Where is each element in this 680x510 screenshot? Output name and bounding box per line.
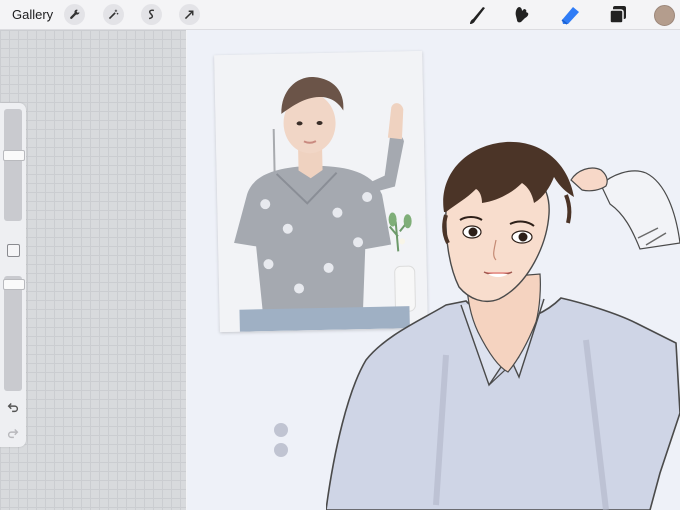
canvas-color-dots <box>274 423 288 463</box>
selection-icon[interactable] <box>141 4 162 25</box>
top-toolbar: Gallery <box>0 0 680 30</box>
magic-wand-icon[interactable] <box>103 4 124 25</box>
redo-icon[interactable] <box>6 426 20 440</box>
undo-icon[interactable] <box>6 400 20 414</box>
smudge-icon[interactable] <box>511 3 535 27</box>
modify-button[interactable] <box>7 244 20 257</box>
sketch-drawing <box>326 141 680 510</box>
opacity-thumb[interactable] <box>3 279 25 290</box>
workspace-background <box>0 30 186 510</box>
transform-arrow-icon[interactable] <box>179 4 200 25</box>
wrench-icon[interactable] <box>64 4 85 25</box>
brush-size-thumb[interactable] <box>3 150 25 161</box>
brush-icon[interactable] <box>466 3 490 27</box>
opacity-slider[interactable] <box>3 276 25 391</box>
brush-size-slider[interactable] <box>3 109 25 221</box>
gallery-button[interactable]: Gallery <box>12 7 53 22</box>
layers-icon[interactable] <box>606 3 630 27</box>
eraser-icon[interactable] <box>558 3 582 27</box>
color-swatch-button[interactable] <box>654 5 675 26</box>
brush-sidebar <box>0 103 26 447</box>
